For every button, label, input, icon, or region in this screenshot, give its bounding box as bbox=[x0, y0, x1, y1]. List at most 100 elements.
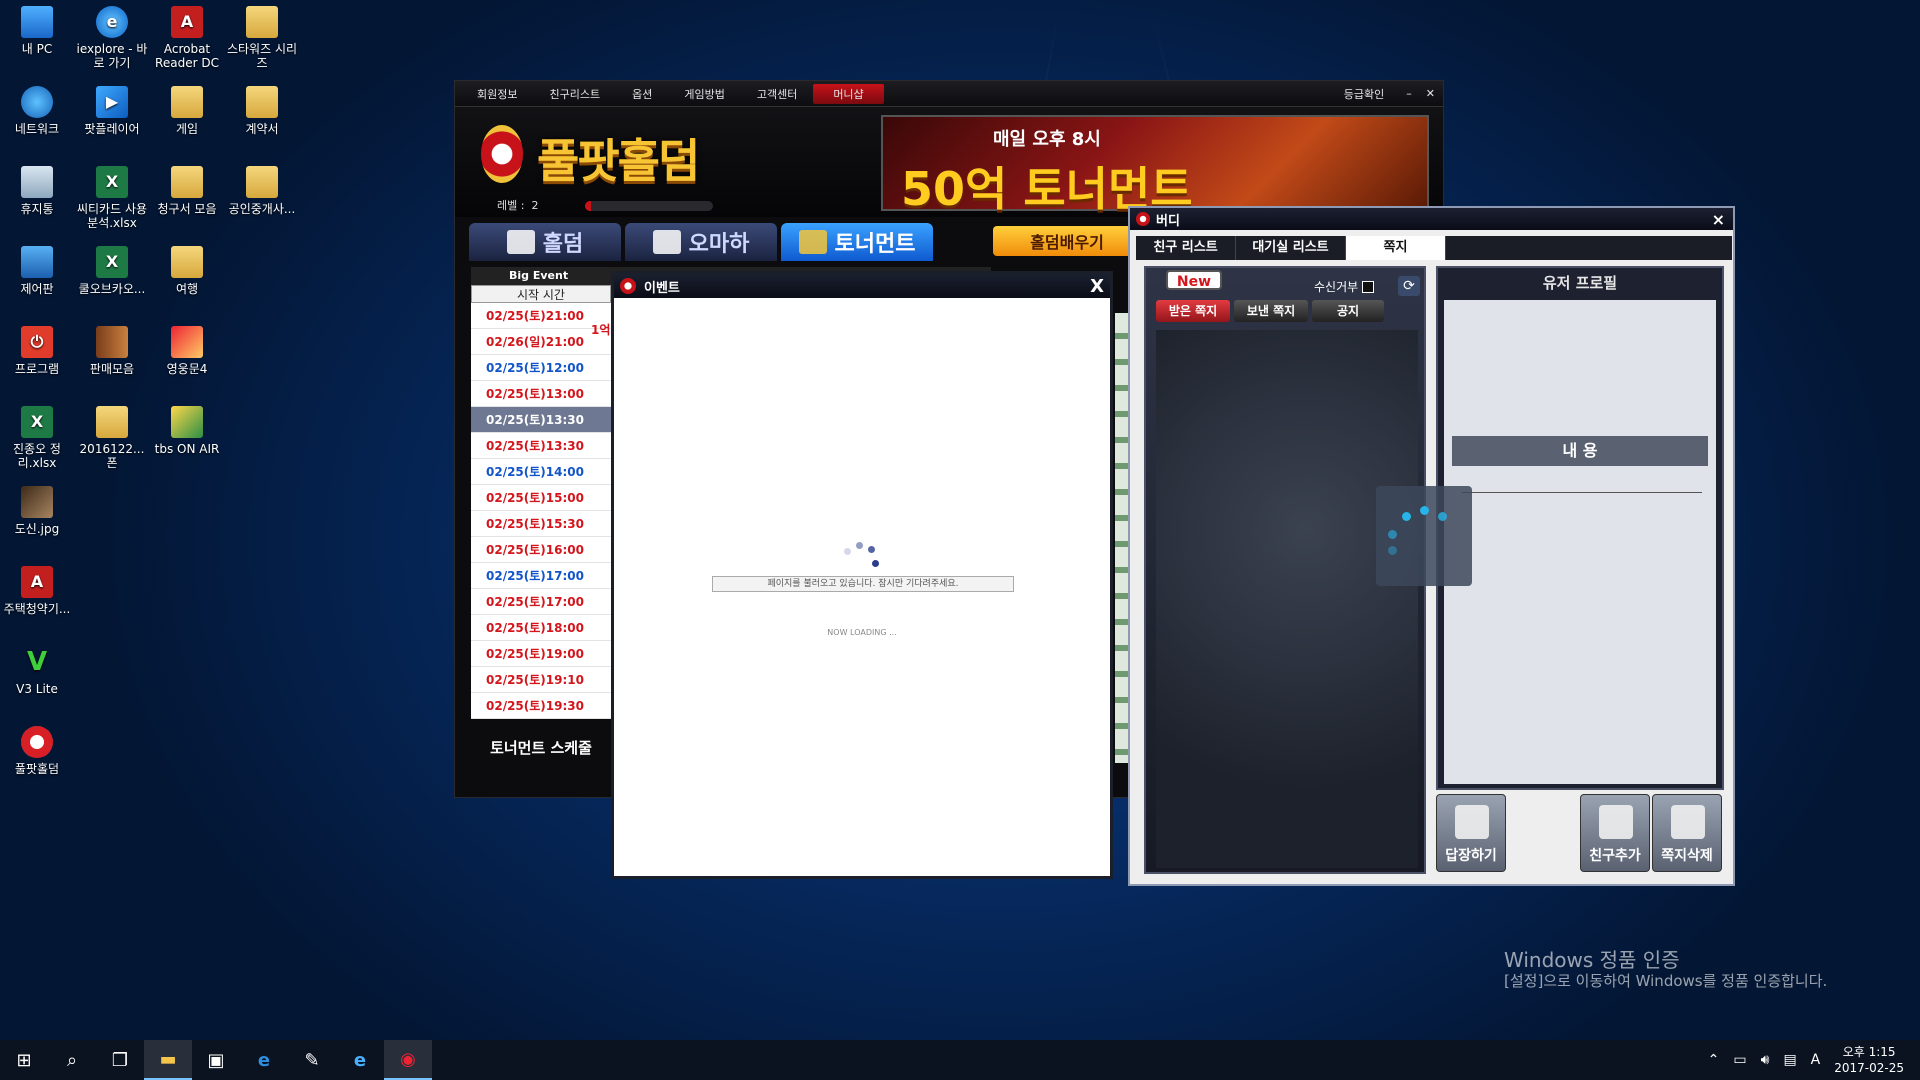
reply-label: 답장하기 bbox=[1445, 848, 1497, 864]
desktop-icon[interactable]: X 진종오 정리.xlsx bbox=[0, 406, 76, 470]
reject-checkbox[interactable] bbox=[1362, 280, 1375, 293]
tab-lobby-list[interactable]: 대기실 리스트 bbox=[1236, 236, 1346, 260]
tab-friend-list[interactable]: 친구 리스트 bbox=[1136, 236, 1236, 260]
desktop-icon-label: 제어판 bbox=[20, 282, 54, 296]
desktop-icon[interactable]: 도신.jpg bbox=[0, 486, 76, 536]
game-logo: 풀팟홀덤 bbox=[537, 134, 700, 188]
search-icon[interactable]: ⌕ bbox=[48, 1040, 96, 1080]
task-view-icon[interactable]: ❐ bbox=[96, 1040, 144, 1080]
desktop-icon[interactable]: 게임 bbox=[148, 86, 226, 136]
desktop-icon[interactable]: e iexplore - 바로 가기 bbox=[73, 6, 151, 70]
buddy-close-button[interactable]: × bbox=[1712, 210, 1725, 229]
desktop-icon[interactable]: 공인중개사... bbox=[223, 166, 301, 216]
event-close-button[interactable]: X bbox=[1090, 276, 1104, 297]
start-time-header: 시작 시간 bbox=[471, 285, 611, 303]
start-button[interactable]: ⊞ bbox=[0, 1040, 48, 1080]
schedule-row[interactable]: 02/25(토)13:30 bbox=[471, 433, 611, 459]
desktop-icon[interactable]: 네트워크 bbox=[0, 86, 76, 136]
desktop-icon[interactable]: X 씨티카드 사용분석.xlsx bbox=[73, 166, 151, 230]
schedule-row[interactable]: 02/25(토)19:10 bbox=[471, 667, 611, 693]
poker-chip-icon[interactable]: ◉ bbox=[384, 1040, 432, 1080]
schedule-row[interactable]: 02/25(토)15:30 bbox=[471, 511, 611, 537]
desktop-icon[interactable]: ▶ 팟플레이어 bbox=[73, 86, 151, 136]
schedule-row[interactable]: 02/25(토)13:00 bbox=[471, 381, 611, 407]
desktop-icon[interactable]: A Acrobat Reader DC bbox=[148, 6, 226, 70]
desktop-icon[interactable]: 계약서 bbox=[223, 86, 301, 136]
network-icon[interactable]: ▭ bbox=[1733, 1052, 1746, 1068]
event-dialog[interactable]: 이벤트 X 페이지를 불러오고 있습니다. 잠시만 기다려주세요. NOW LO… bbox=[611, 271, 1113, 879]
schedule-row[interactable]: 02/25(토)19:00 bbox=[471, 641, 611, 667]
notepad-icon[interactable]: ✎ bbox=[288, 1040, 336, 1080]
desktop-icon-label: 도신.jpg bbox=[14, 522, 60, 536]
subtab-received[interactable]: 받은 쪽지 bbox=[1156, 300, 1230, 322]
file-explorer-icon[interactable]: ▬ bbox=[144, 1040, 192, 1080]
close-button[interactable]: ✕ bbox=[1418, 87, 1443, 100]
refresh-icon[interactable]: ⟳ bbox=[1398, 276, 1420, 296]
level-progress-fill bbox=[585, 201, 592, 211]
ime-indicator[interactable]: A bbox=[1811, 1052, 1821, 1068]
desktop-icon[interactable]: 스타워즈 시리즈 bbox=[223, 6, 301, 70]
clock-date: 2017-02-25 bbox=[1834, 1061, 1904, 1075]
desktop-icon[interactable]: 2016122... 폰 bbox=[73, 406, 151, 470]
ie-icon[interactable]: e bbox=[336, 1040, 384, 1080]
desktop-icon[interactable]: V V3 Lite bbox=[0, 646, 76, 696]
desktop-icon[interactable]: 풀팟홀덤 bbox=[0, 726, 76, 776]
tab-messages[interactable]: 쪽지 bbox=[1346, 236, 1446, 260]
delete-message-button[interactable]: 쪽지삭제 bbox=[1652, 794, 1722, 872]
menu-member-info[interactable]: 회원정보 bbox=[461, 86, 533, 102]
menu-money-shop[interactable]: 머니샵 bbox=[813, 83, 884, 104]
edge-icon[interactable]: e bbox=[240, 1040, 288, 1080]
subtab-sent[interactable]: 보낸 쪽지 bbox=[1234, 300, 1308, 322]
notification-icon[interactable]: ▤ bbox=[1783, 1052, 1796, 1068]
schedule-row[interactable]: 02/25(토)12:00 bbox=[471, 355, 611, 381]
prize-text: 1억 bbox=[591, 323, 611, 337]
schedule-row[interactable]: 02/25(토)18:00 bbox=[471, 615, 611, 641]
desktop-icon[interactable]: X 쿨오브카오... bbox=[73, 246, 151, 296]
desktop-icon[interactable]: tbs ON AIR bbox=[148, 406, 226, 456]
event-dialog-titlebar: 이벤트 X bbox=[614, 274, 1110, 298]
chevron-up-icon[interactable]: ⌃ bbox=[1708, 1052, 1720, 1068]
control-panel-icon bbox=[21, 246, 53, 278]
desktop-icon[interactable]: 판매모음 bbox=[73, 326, 151, 376]
schedule-row[interactable]: 02/25(토)17:00 bbox=[471, 589, 611, 615]
tab-omaha[interactable]: 오마하 bbox=[625, 223, 777, 261]
desktop-icon[interactable]: 내 PC bbox=[0, 6, 76, 56]
clock[interactable]: 오후 1:15 2017-02-25 bbox=[1834, 1044, 1904, 1076]
desktop-icon-label: 쿨오브카오... bbox=[78, 282, 146, 296]
tab-holdem[interactable]: 홀덤 bbox=[469, 223, 621, 261]
store-icon[interactable]: ▣ bbox=[192, 1040, 240, 1080]
schedule-row[interactable]: 02/25(토)19:30 bbox=[471, 693, 611, 719]
reject-toggle[interactable]: 수신거부 bbox=[1314, 278, 1375, 295]
desktop-icon[interactable]: 영웅문4 bbox=[148, 326, 226, 376]
desktop-icon[interactable]: A 주택청약기... bbox=[0, 566, 76, 616]
desktop-icon[interactable]: 여행 bbox=[148, 246, 226, 296]
tournament-banner[interactable]: 매일 오후 8시 50억 토너먼트 bbox=[881, 115, 1429, 216]
volume-icon[interactable]: 🔊︎ bbox=[1761, 1052, 1770, 1068]
add-friend-button[interactable]: 친구추가 bbox=[1580, 794, 1650, 872]
desktop-icon[interactable]: ⏻ 프로그램 bbox=[0, 326, 76, 376]
tab-tournament[interactable]: 토너먼트 bbox=[781, 223, 933, 261]
schedule-row[interactable]: 02/25(토)14:00 bbox=[471, 459, 611, 485]
menu-customer-center[interactable]: 고객센터 bbox=[741, 86, 813, 102]
grade-check-button[interactable]: 등급확인 bbox=[1328, 86, 1400, 102]
menu-how-to-play[interactable]: 게임방법 bbox=[668, 86, 740, 102]
schedule-row[interactable]: 02/25(토)13:30 bbox=[471, 407, 611, 433]
game-mode-tabs: 홀덤 오마하 토너먼트 bbox=[469, 223, 933, 261]
message-list[interactable] bbox=[1156, 330, 1418, 868]
desktop-icon[interactable]: 청구서 모음 bbox=[148, 166, 226, 216]
menu-options[interactable]: 옵션 bbox=[616, 86, 668, 102]
subtab-notice[interactable]: 공지 bbox=[1312, 300, 1384, 322]
menu-friend-list[interactable]: 친구리스트 bbox=[533, 86, 616, 102]
schedule-row[interactable]: 02/25(토)21:00 bbox=[471, 303, 611, 329]
game-header: 풀팟홀덤 레벨 : 2 매일 오후 8시 50억 토너먼트 bbox=[455, 107, 1443, 217]
reply-button[interactable]: 답장하기 bbox=[1436, 794, 1506, 872]
minimize-button[interactable]: – bbox=[1400, 87, 1418, 100]
schedule-row[interactable]: 02/25(토)16:00 bbox=[471, 537, 611, 563]
desktop-icon-label: 청구서 모음 bbox=[157, 202, 217, 216]
schedule-row[interactable]: 02/25(토)17:00 bbox=[471, 563, 611, 589]
learn-holdem-button[interactable]: 홀덤배우기 bbox=[993, 226, 1141, 256]
desktop-icon[interactable]: 휴지통 bbox=[0, 166, 76, 216]
schedule-row[interactable]: 02/26(일)21:00 bbox=[471, 329, 611, 355]
desktop-icon[interactable]: 제어판 bbox=[0, 246, 76, 296]
schedule-row[interactable]: 02/25(토)15:00 bbox=[471, 485, 611, 511]
